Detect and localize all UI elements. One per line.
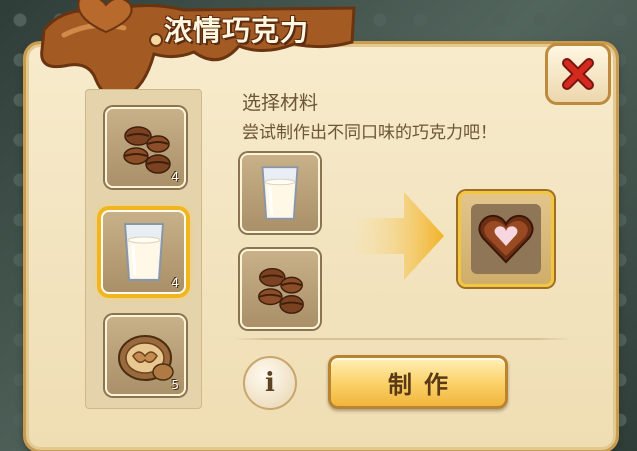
walnut-icon (117, 334, 174, 381)
milk-glass-icon (123, 223, 164, 281)
material-slot-milk[interactable]: 4 (101, 210, 186, 294)
material-slot-walnut[interactable]: 5 (105, 315, 186, 396)
section-heading: 选择材料 (242, 92, 319, 114)
close-button[interactable] (545, 43, 611, 105)
make-button[interactable]: 制作 (328, 355, 508, 409)
material-slot-coffee-beans[interactable]: 4 (105, 107, 186, 188)
material-count: 4 (171, 170, 179, 184)
window-title: 浓情巧克力 (164, 14, 310, 47)
close-icon (562, 58, 594, 90)
result-slot-inner (471, 204, 541, 274)
result-slot[interactable] (458, 191, 554, 287)
info-button[interactable]: i (243, 356, 297, 410)
heart-chocolate-icon (478, 214, 534, 264)
divider (232, 338, 572, 340)
material-count: 4 (171, 276, 179, 290)
milk-glass-icon (261, 166, 299, 220)
input-slot-milk[interactable] (240, 153, 320, 233)
coffee-beans-icon (122, 125, 171, 174)
coffee-beans-icon (258, 267, 304, 314)
arrow-right-icon (356, 192, 444, 280)
hint-text: 尝试制作出不同口味的巧克力吧！ (242, 123, 497, 143)
material-count: 5 (171, 378, 179, 392)
input-slot-coffee-beans[interactable] (240, 249, 320, 329)
